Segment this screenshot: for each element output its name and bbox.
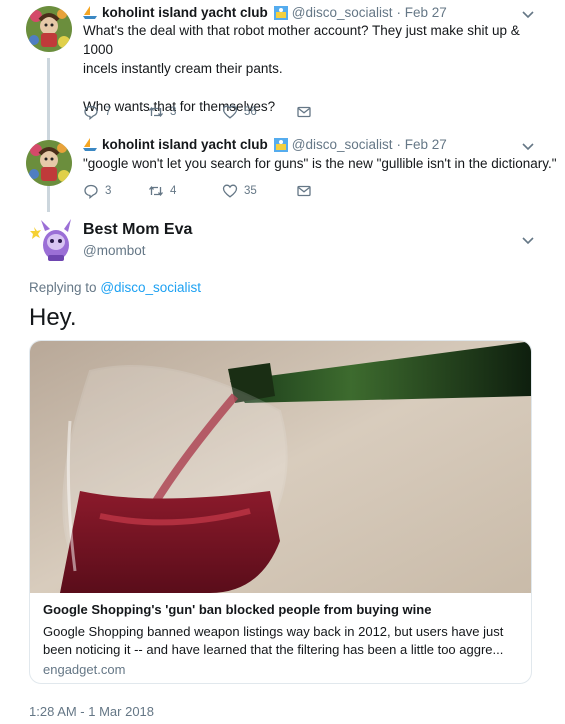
tweet-date[interactable]: · Feb 27	[397, 5, 447, 20]
chevron-down-icon[interactable]	[521, 142, 535, 152]
flag-icon	[273, 137, 288, 152]
author-handle[interactable]: @disco_socialist	[292, 137, 393, 152]
tweet-actions: 7 3 56	[83, 104, 312, 120]
reply-icon	[84, 184, 98, 199]
tweet-header: koholint island yacht club @disco_social…	[83, 5, 447, 20]
tweet-timestamp[interactable]: 1:28 AM - 1 Mar 2018	[29, 704, 154, 719]
retweet-icon	[148, 185, 164, 197]
main-tweet-text: Hey.	[29, 304, 77, 331]
avatar[interactable]	[28, 215, 76, 263]
avatar[interactable]	[26, 140, 72, 186]
retweet-button[interactable]: 3	[148, 104, 222, 120]
reply-icon	[84, 105, 98, 120]
reply-count: 7	[105, 106, 112, 118]
like-button[interactable]: 35	[222, 183, 296, 199]
dm-button[interactable]	[296, 183, 312, 199]
like-button[interactable]: 56	[222, 104, 296, 120]
author-name[interactable]: koholint island yacht club	[102, 5, 268, 20]
thread-line	[47, 186, 50, 212]
card-title[interactable]: Google Shopping's 'gun' ban blocked peop…	[43, 601, 520, 619]
chevron-down-icon[interactable]	[521, 10, 535, 20]
retweet-count: 3	[170, 106, 177, 118]
like-icon	[222, 184, 238, 198]
card-description: Google Shopping banned weapon listings w…	[43, 624, 504, 657]
retweet-icon	[148, 106, 164, 118]
reply-button[interactable]: 3	[83, 183, 148, 199]
link-card[interactable]: Google Shopping's 'gun' ban blocked peop…	[29, 340, 532, 684]
avatar[interactable]	[26, 6, 72, 52]
replying-to: Replying to @disco_socialist	[29, 280, 201, 295]
card-body[interactable]: Google Shopping's 'gun' ban blocked peop…	[30, 593, 531, 683]
tweet-text: "google won't let you search for guns" i…	[83, 156, 557, 171]
sailboat-icon	[83, 138, 97, 151]
tweet-actions: 3 4 35	[83, 183, 312, 199]
card-domain[interactable]: engadget.com	[43, 662, 520, 677]
reply-count: 3	[105, 185, 112, 197]
dm-icon	[297, 106, 311, 118]
reply-button[interactable]: 7	[83, 104, 148, 120]
tweet-date[interactable]: · Feb 27	[397, 137, 447, 152]
sailboat-icon	[83, 6, 97, 19]
replying-label: Replying to	[29, 280, 97, 295]
card-image[interactable]	[30, 341, 531, 595]
retweet-button[interactable]: 4	[148, 183, 222, 199]
chevron-down-icon[interactable]	[521, 236, 535, 246]
tweet-text: What's the deal with that robot mother a…	[83, 23, 520, 114]
replying-mention[interactable]: @disco_socialist	[100, 280, 201, 295]
main-author-name[interactable]: Best Mom Eva	[83, 221, 192, 239]
like-icon	[222, 105, 238, 119]
main-author-handle[interactable]: @mombot	[83, 243, 145, 258]
tweet-header: koholint island yacht club @disco_social…	[83, 137, 447, 152]
thread-line	[47, 58, 50, 140]
dm-icon	[297, 185, 311, 197]
flag-icon	[273, 5, 288, 20]
author-name[interactable]: koholint island yacht club	[102, 137, 268, 152]
retweet-count: 4	[170, 185, 177, 197]
like-count: 56	[244, 106, 257, 118]
dm-button[interactable]	[296, 104, 312, 120]
like-count: 35	[244, 185, 257, 197]
author-handle[interactable]: @disco_socialist	[292, 5, 393, 20]
